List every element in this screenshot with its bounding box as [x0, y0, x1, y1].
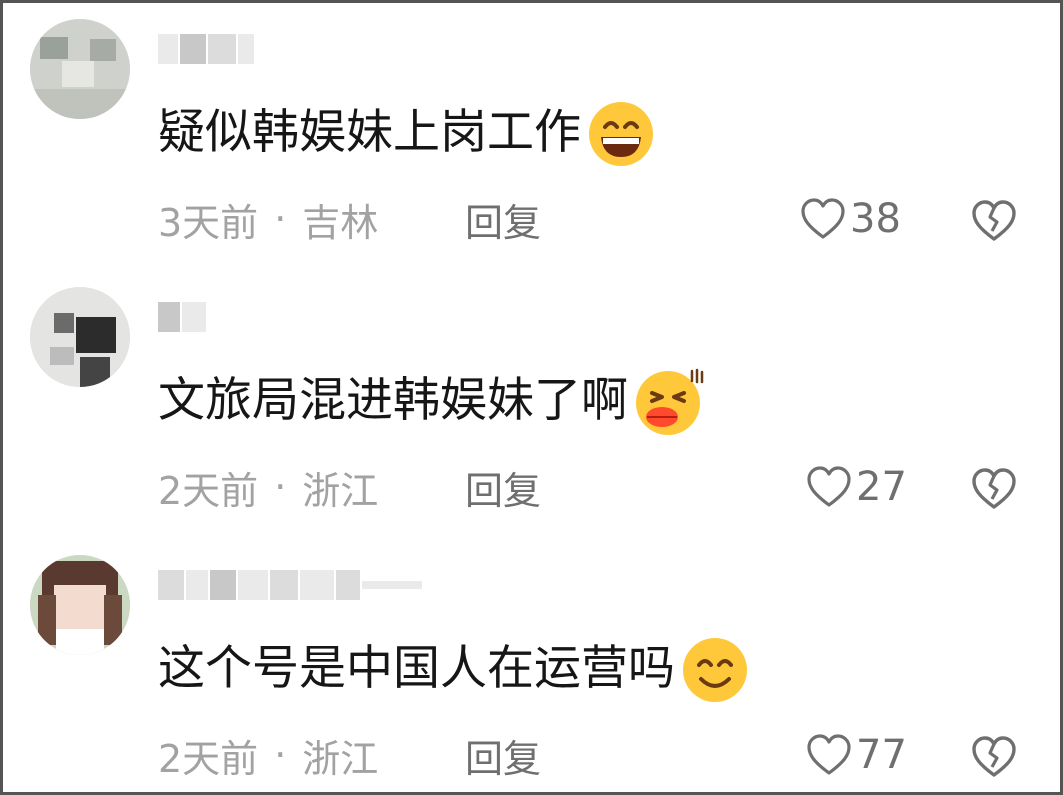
- avatar[interactable]: [30, 19, 130, 119]
- broken-heart-icon[interactable]: [969, 463, 1019, 513]
- like-count: 38: [850, 196, 901, 242]
- comment-time: 2天前: [158, 736, 259, 781]
- comment-location: 吉林: [302, 200, 379, 245]
- comment-list: 疑似韩娱妹上岗工作 3天前 · 吉林 回复 38 文旅局混进韩娱妹了啊 2天前 …: [0, 0, 1063, 795]
- comment-meta: 3天前 · 吉林: [158, 189, 378, 249]
- avatar[interactable]: [30, 287, 130, 387]
- comment-text: 文旅局混进韩娱妹了啊: [158, 365, 706, 437]
- comment-body: 这个号是中国人在运营吗: [158, 641, 675, 696]
- username-blurred[interactable]: [158, 27, 254, 71]
- like-count: 77: [856, 732, 907, 778]
- reply-button[interactable]: 回复: [465, 189, 541, 249]
- comment-location: 浙江: [302, 468, 379, 513]
- meta-separator: ·: [274, 733, 287, 777]
- comment-body: 文旅局混进韩娱妹了啊: [158, 373, 628, 428]
- comment-text: 这个号是中国人在运营吗: [158, 633, 753, 705]
- broken-heart-icon[interactable]: [969, 731, 1019, 781]
- comment-time: 2天前: [158, 468, 259, 513]
- comment-item: 文旅局混进韩娱妹了啊 2天前 · 浙江 回复 27: [3, 283, 1060, 551]
- avatar[interactable]: [30, 555, 130, 655]
- comment-body: 疑似韩娱妹上岗工作: [158, 105, 581, 160]
- heart-outline-icon: [807, 734, 851, 775]
- like-button[interactable]: 27: [806, 459, 907, 515]
- comment-text: 疑似韩娱妹上岗工作: [158, 97, 659, 169]
- broken-heart-icon[interactable]: [969, 195, 1019, 245]
- heart-outline-icon: [801, 198, 845, 239]
- smiling-face-emoji: [683, 638, 747, 702]
- grinning-face-emoji: [589, 102, 653, 166]
- like-button[interactable]: 38: [800, 191, 901, 247]
- username-blurred[interactable]: [158, 295, 206, 339]
- username-blurred[interactable]: [158, 563, 422, 607]
- comment-meta: 2天前 · 浙江: [158, 457, 378, 517]
- kissing-face-emoji: [636, 368, 704, 435]
- comment-item: 疑似韩娱妹上岗工作 3天前 · 吉林 回复 38: [3, 15, 1060, 283]
- like-button[interactable]: 77: [806, 727, 907, 783]
- reply-button[interactable]: 回复: [465, 457, 541, 517]
- meta-separator: ·: [274, 465, 287, 509]
- comment-item: 这个号是中国人在运营吗 2天前 · 浙江 回复 77: [3, 551, 1060, 792]
- like-count: 27: [856, 464, 907, 510]
- heart-outline-icon: [807, 466, 851, 507]
- meta-separator: ·: [274, 197, 287, 241]
- reply-button[interactable]: 回复: [465, 725, 541, 785]
- comment-meta: 2天前 · 浙江: [158, 725, 378, 785]
- comment-location: 浙江: [302, 736, 379, 781]
- comment-time: 3天前: [158, 200, 259, 245]
